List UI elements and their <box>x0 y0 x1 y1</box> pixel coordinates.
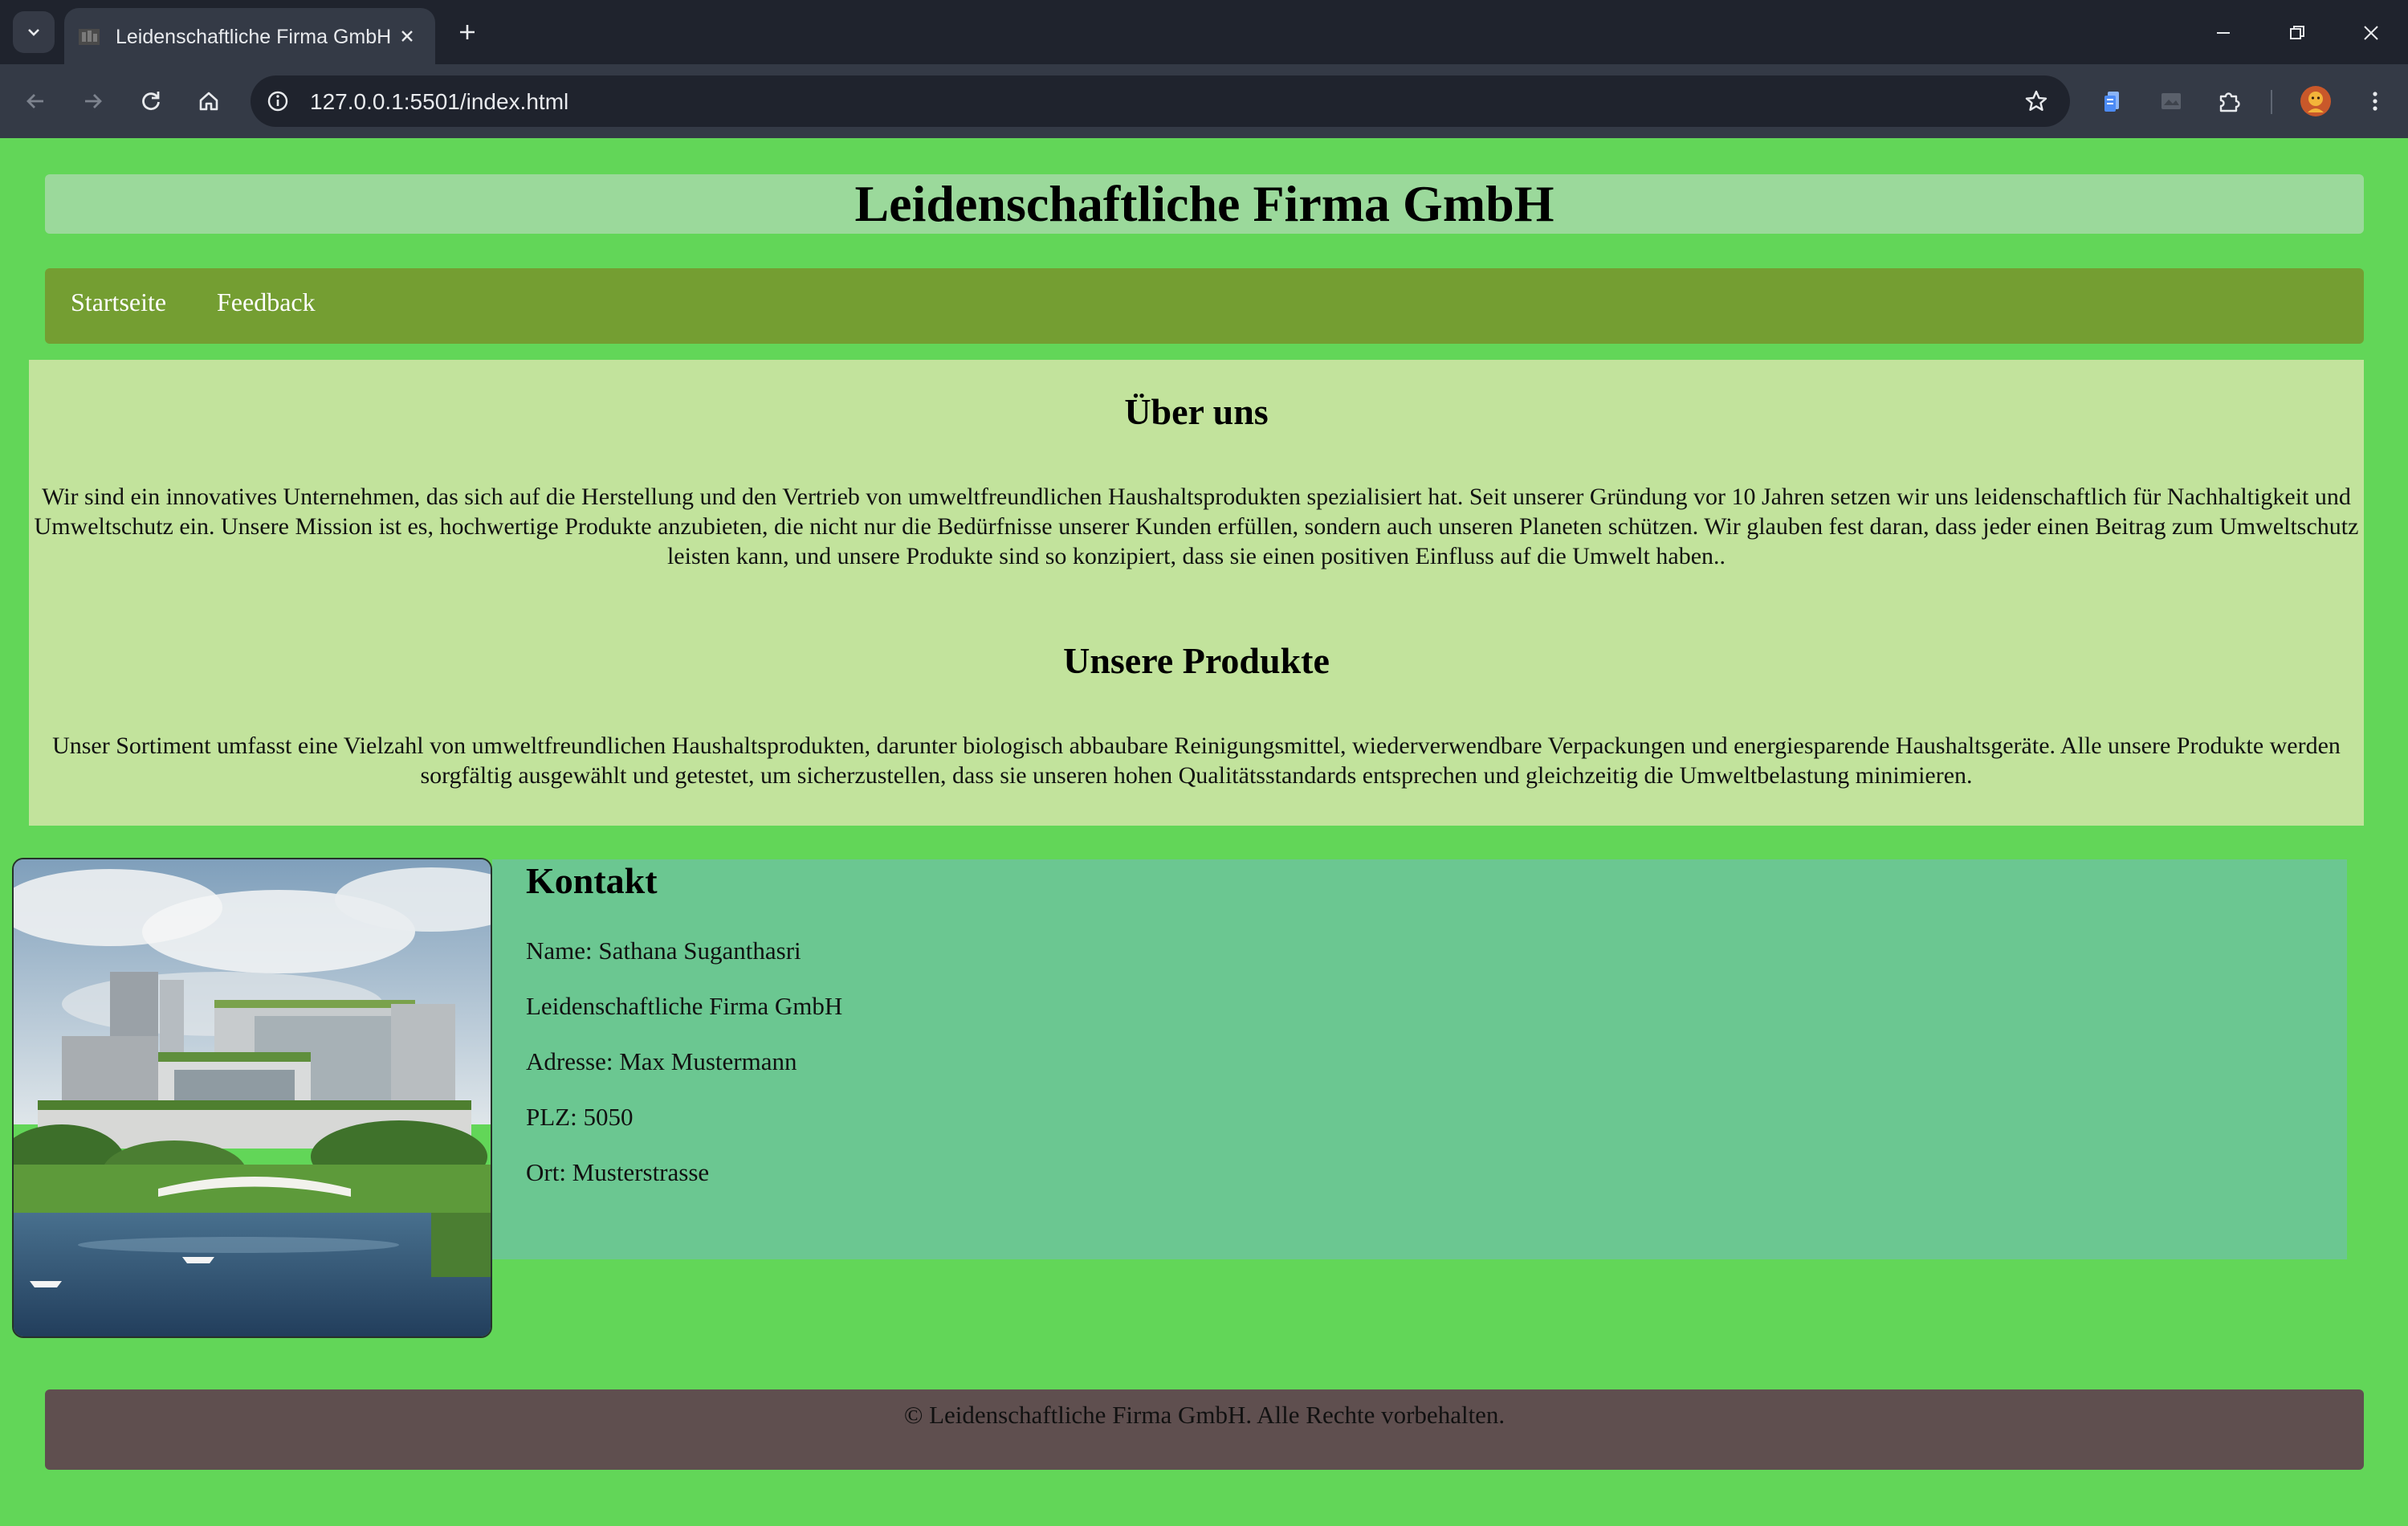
puzzle-icon[interactable] <box>2211 84 2247 119</box>
contact-address: Adresse: Max Mustermann <box>526 1047 797 1075</box>
bookmark-star-icon[interactable] <box>2020 85 2052 117</box>
building-image <box>12 858 492 1338</box>
profile-avatar-icon[interactable] <box>2298 84 2333 119</box>
tab-search-icon[interactable] <box>13 11 55 53</box>
contact-heading: Kontakt <box>526 860 658 901</box>
nav-link-feedback[interactable]: Feedback <box>217 288 316 317</box>
contact-ort: Ort: Musterstrasse <box>526 1158 710 1186</box>
contact-name: Name: Sathana Suganthasri <box>526 936 801 965</box>
window-close-icon[interactable] <box>2351 13 2391 53</box>
nav-link-startseite[interactable]: Startseite <box>71 288 166 317</box>
plus-icon[interactable] <box>451 16 483 48</box>
tab-title: Leidenschaftliche Firma GmbH <box>116 26 392 48</box>
site-navigation: Startseite Feedback <box>45 268 2364 344</box>
minimize-icon[interactable] <box>2203 13 2243 53</box>
site-info-icon[interactable] <box>262 85 294 117</box>
products-heading: Unsere Produkte <box>1063 640 1330 681</box>
browser-toolbar: 127.0.0.1:5501/index.html <box>0 64 2408 138</box>
favicon-icon <box>77 24 101 48</box>
contact-plz: PLZ: 5050 <box>526 1103 634 1131</box>
url-text[interactable]: 127.0.0.1:5501/index.html <box>310 89 568 115</box>
close-icon[interactable] <box>392 21 422 51</box>
products-text: Unser Sortiment umfasst eine Vielzahl vo… <box>52 732 2341 789</box>
restore-icon[interactable] <box>2277 13 2317 53</box>
site-footer: © Leidenschaftliche Firma GmbH. Alle Rec… <box>45 1389 2364 1470</box>
toolbar-separator <box>2271 90 2272 114</box>
contact-section: Kontakt Name: Sathana Suganthasri Leiden… <box>492 859 2347 1259</box>
site-title: Leidenschaftliche Firma GmbH <box>854 175 1554 232</box>
browser-tab-bar: Leidenschaftliche Firma GmbH <box>0 0 2408 64</box>
about-heading: Über uns <box>1124 391 1269 432</box>
footer-copyright: © Leidenschaftliche Firma GmbH. Alle Rec… <box>903 1401 1506 1429</box>
extension-icon[interactable] <box>2096 84 2131 119</box>
home-icon[interactable] <box>191 84 226 119</box>
info-section: Über uns Wir sind ein innovatives Untern… <box>29 360 2364 826</box>
extension-icon[interactable] <box>2153 84 2189 119</box>
reload-icon[interactable] <box>133 84 169 119</box>
site-header: Leidenschaftliche Firma GmbH <box>45 174 2364 234</box>
about-text: Wir sind ein innovatives Unternehmen, da… <box>34 484 2359 569</box>
back-icon[interactable] <box>18 84 53 119</box>
address-bar[interactable]: 127.0.0.1:5501/index.html <box>251 75 2070 127</box>
contact-company: Leidenschaftliche Firma GmbH <box>526 992 843 1020</box>
forward-icon[interactable] <box>75 84 111 119</box>
browser-tab[interactable]: Leidenschaftliche Firma GmbH <box>64 8 435 64</box>
web-page: Leidenschaftliche Firma GmbH Startseite … <box>0 138 2408 1526</box>
menu-dots-icon[interactable] <box>2357 84 2393 119</box>
